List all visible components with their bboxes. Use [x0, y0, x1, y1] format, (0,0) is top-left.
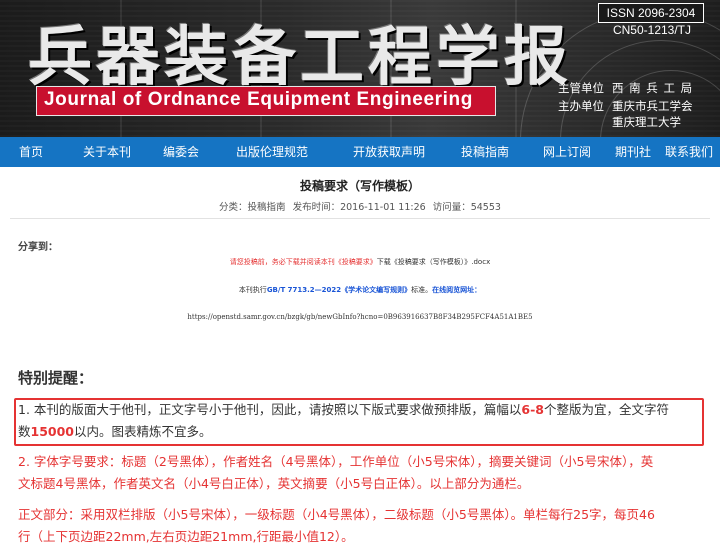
- standard-url-link[interactable]: https://openstd.samr.gov.cn/bzgk/gb/newG…: [0, 313, 720, 321]
- share-label: 分享到：: [18, 242, 58, 253]
- p1-char-count: 15000: [30, 424, 75, 439]
- nav-submission-guide[interactable]: 投稿指南: [444, 137, 526, 167]
- p1-text-b: 个整版为宜，全文字符: [544, 402, 670, 417]
- standard-online-label: 在线阅览网址：: [432, 286, 482, 294]
- journal-en-title: Journal of Ordnance Equipment Engineerin…: [44, 89, 473, 110]
- article-views: 访问量：54553: [432, 202, 501, 213]
- paragraph-2-line-1: 2. 字体字号要求：标题（2号黑体），作者姓名（4号黑体），工作单位（小5号宋体…: [18, 454, 654, 469]
- header-banner: 兵器装备工程学报 Journal of Ordnance Equipment E…: [0, 0, 720, 137]
- organizer-name-1: 重庆市兵工学会: [612, 99, 693, 113]
- nav-ethics[interactable]: 出版伦理规范: [210, 137, 334, 167]
- nav-contact[interactable]: 联系我们: [658, 137, 720, 167]
- paragraph-1-line-2: 数15000以内。图表精炼不宜多。: [18, 421, 212, 443]
- standard-line: 本刊执行GB/T 7713.2—2022《学术论文编写规则》标准。在线阅览网址：: [0, 285, 720, 295]
- nav-home[interactable]: 首页: [0, 137, 62, 167]
- reminder-heading: 特别提醒：: [18, 369, 94, 387]
- p1-page-range: 6-8: [521, 402, 544, 417]
- paragraph-3-line-2: 行（上下页边距22mm,左右页边距21mm,行距最小值12）。: [18, 529, 354, 544]
- issn-badge: ISSN 2096-2304: [598, 3, 704, 23]
- article-publish-time: 发布时间：2016-11-01 11:26: [292, 202, 426, 213]
- journal-cn-title: 兵器装备工程学报: [28, 20, 572, 95]
- sponsor-name: 西 南 兵 工 局: [612, 81, 694, 95]
- download-notice: 请您投稿前，务必下载并阅读本刊《投稿要求》下载《投稿要求（写作模板）》.docx: [0, 257, 720, 267]
- standard-name: GB/T 7713.2—2022《学术论文编写规则》: [266, 286, 412, 294]
- article-title: 投稿要求（写作模板）: [299, 179, 420, 193]
- standard-mid: 标准。: [411, 286, 433, 294]
- sponsor-label: 主管单位: [558, 81, 604, 95]
- template-download-link[interactable]: 下载《投稿要求（写作模板）》.docx: [377, 258, 490, 266]
- nav-journal-office[interactable]: 期刊社: [608, 137, 658, 167]
- paragraph-2-line-2: 文标题4号黑体，作者英文名（小4号白正体），英文摘要（小5号白正体）。以上部分为…: [18, 476, 530, 491]
- p1-text-c: 数: [18, 424, 31, 439]
- nav-open-access[interactable]: 开放获取声明: [334, 137, 444, 167]
- standard-prefix: 本刊执行: [238, 286, 267, 294]
- nav-subscribe[interactable]: 网上订阅: [526, 137, 608, 167]
- organizer-name-2: 重庆理工大学: [612, 115, 681, 129]
- paragraph-3-line-1: 正文部分：采用双栏排版（小5号宋体），一级标题（小4号黑体），二级标题（小5号黑…: [18, 507, 655, 522]
- paragraph-1-line-1: 1. 本刊的版面大于他刊，正文字号小于他刊，因此，请按照以下版式要求做预排版，篇…: [18, 399, 669, 421]
- article-meta: 分类：投稿指南 发布时间：2016-11-01 11:26 访问量：54553: [0, 199, 720, 213]
- p1-text-d: 以内。图表精炼不宜多。: [74, 424, 212, 439]
- organizer-label: 主办单位: [558, 99, 604, 113]
- nav-editorial-board[interactable]: 编委会: [152, 137, 210, 167]
- p1-text-a: 1. 本刊的版面大于他刊，正文字号小于他刊，因此，请按照以下版式要求做预排版，篇…: [18, 402, 522, 417]
- divider: [10, 218, 710, 219]
- cn-number: CN50-1213/TJ: [612, 23, 692, 37]
- main-nav: 首页 关于本刊 编委会 出版伦理规范 开放获取声明 投稿指南 网上订阅 期刊社 …: [0, 137, 720, 167]
- notice-text: 请您投稿前，务必下载并阅读本刊《投稿要求》: [229, 258, 377, 266]
- article-category: 分类：投稿指南: [219, 202, 286, 213]
- nav-about[interactable]: 关于本刊: [62, 137, 152, 167]
